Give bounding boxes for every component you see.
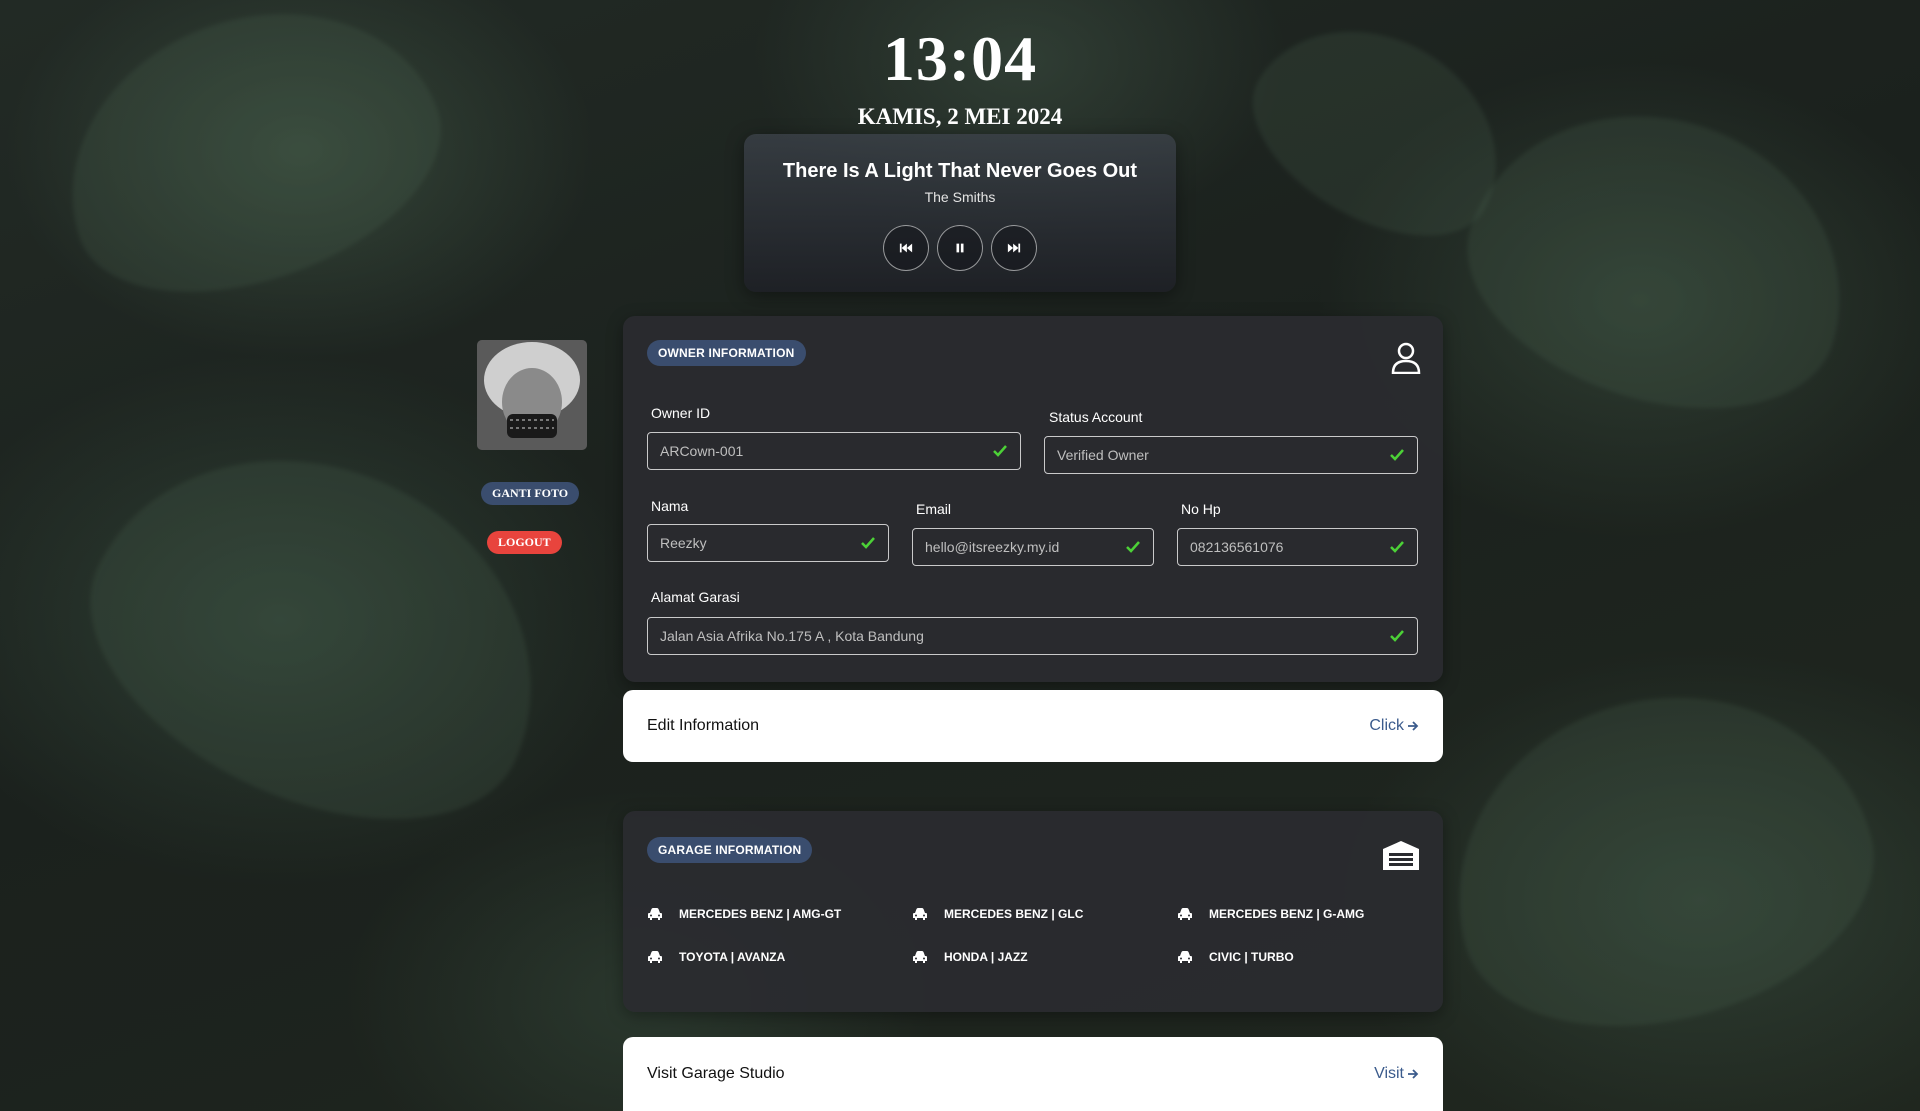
check-icon: [1390, 630, 1404, 642]
clock-time: 13:04: [882, 23, 1038, 94]
check-icon: [1126, 541, 1140, 553]
garage-car-item: TOYOTA | AVANZA: [647, 950, 785, 964]
nama-field[interactable]: Reezky: [647, 524, 889, 562]
car-icon: [913, 951, 927, 963]
next-icon: [1007, 243, 1021, 253]
status-account-field[interactable]: Verified Owner: [1044, 436, 1418, 474]
logout-button[interactable]: LOGOUT: [487, 531, 562, 554]
car-icon: [1178, 908, 1192, 920]
avatar-photo: [477, 340, 587, 450]
nama-value: Reezky: [660, 535, 707, 551]
owner-id-label: Owner ID: [651, 405, 711, 421]
owner-information-badge: OWNER INFORMATION: [647, 340, 806, 366]
user-icon: [1391, 342, 1421, 374]
visit-link-label: Visit: [1374, 1065, 1404, 1082]
song-artist: The Smiths: [924, 189, 996, 205]
song-title: There Is A Light That Never Goes Out: [782, 160, 1138, 182]
previous-icon: [899, 243, 913, 253]
warehouse-icon: [1383, 841, 1419, 870]
edit-link-label: Click: [1369, 717, 1404, 734]
avatar: [477, 340, 587, 450]
car-name: CIVIC | TURBO: [1209, 950, 1294, 964]
check-icon: [1390, 541, 1404, 553]
check-icon: [993, 445, 1007, 457]
email-value: hello@itsreezky.my.id: [925, 539, 1060, 555]
owner-id-value: ARCown-001: [660, 443, 744, 459]
background-leaf: [1415, 651, 1905, 1069]
background-leaf: [41, 388, 599, 882]
owner-id-field[interactable]: ARCown-001: [647, 432, 1021, 470]
edit-information-link[interactable]: Click: [1369, 717, 1419, 735]
owner-information-card: OWNER INFORMATION Owner ID ARCown-001 St…: [623, 316, 1443, 682]
check-icon: [861, 537, 875, 549]
edit-information-card: Edit Information Click: [623, 690, 1443, 762]
garage-car-item: HONDA | JAZZ: [912, 950, 1028, 964]
garage-car-item: MERCEDES BENZ | AMG-GT: [647, 907, 841, 921]
car-name: MERCEDES BENZ | GLC: [944, 907, 1084, 921]
visit-garage-studio-label: Visit Garage Studio: [647, 1065, 785, 1082]
garage-car-item: MERCEDES BENZ | G-AMG: [1177, 907, 1364, 921]
player-controls: [744, 225, 1176, 271]
arrow-right-icon: [1408, 1069, 1419, 1079]
change-photo-button[interactable]: GANTI FOTO: [481, 482, 580, 505]
visit-garage-studio-link[interactable]: Visit: [1374, 1065, 1419, 1083]
car-name: MERCEDES BENZ | G-AMG: [1209, 907, 1365, 921]
nama-label: Nama: [651, 498, 689, 514]
pause-button[interactable]: [937, 225, 983, 271]
email-field[interactable]: hello@itsreezky.my.id: [912, 528, 1154, 566]
alamat-garasi-field[interactable]: Jalan Asia Afrika No.175 A , Kota Bandun…: [647, 617, 1418, 655]
status-account-label: Status Account: [1049, 409, 1143, 425]
garage-information-card: GARAGE INFORMATION MERCEDES BENZ | AMG-G…: [623, 811, 1443, 1012]
car-name: MERCEDES BENZ | AMG-GT: [679, 907, 842, 921]
alamat-garasi-value: Jalan Asia Afrika No.175 A , Kota Bandun…: [660, 628, 924, 644]
next-button[interactable]: [991, 225, 1037, 271]
no-hp-value: 082136561076: [1190, 539, 1284, 555]
previous-button[interactable]: [883, 225, 929, 271]
no-hp-field[interactable]: 082136561076: [1177, 528, 1418, 566]
garage-car-item: MERCEDES BENZ | GLC: [912, 907, 1083, 921]
garage-car-item: CIVIC | TURBO: [1177, 950, 1294, 964]
car-icon: [648, 908, 662, 920]
arrow-right-icon: [1408, 721, 1419, 731]
pause-icon: [956, 243, 964, 253]
car-icon: [1178, 951, 1192, 963]
alamat-garasi-label: Alamat Garasi: [651, 589, 740, 605]
car-name: HONDA | JAZZ: [944, 950, 1028, 964]
music-player: There Is A Light That Never Goes Out The…: [744, 134, 1176, 292]
car-icon: [648, 951, 662, 963]
email-label: Email: [916, 501, 952, 517]
no-hp-label: No Hp: [1181, 501, 1221, 517]
garage-information-badge: GARAGE INFORMATION: [647, 837, 813, 863]
visit-garage-studio-card: Visit Garage Studio Visit: [623, 1037, 1443, 1111]
car-icon: [913, 908, 927, 920]
edit-information-label: Edit Information: [647, 717, 760, 734]
status-account-value: Verified Owner: [1057, 447, 1149, 463]
check-icon: [1390, 449, 1404, 461]
car-name: TOYOTA | AVANZA: [679, 950, 786, 964]
clock-date: KAMIS, 2 MEI 2024: [857, 104, 1063, 129]
